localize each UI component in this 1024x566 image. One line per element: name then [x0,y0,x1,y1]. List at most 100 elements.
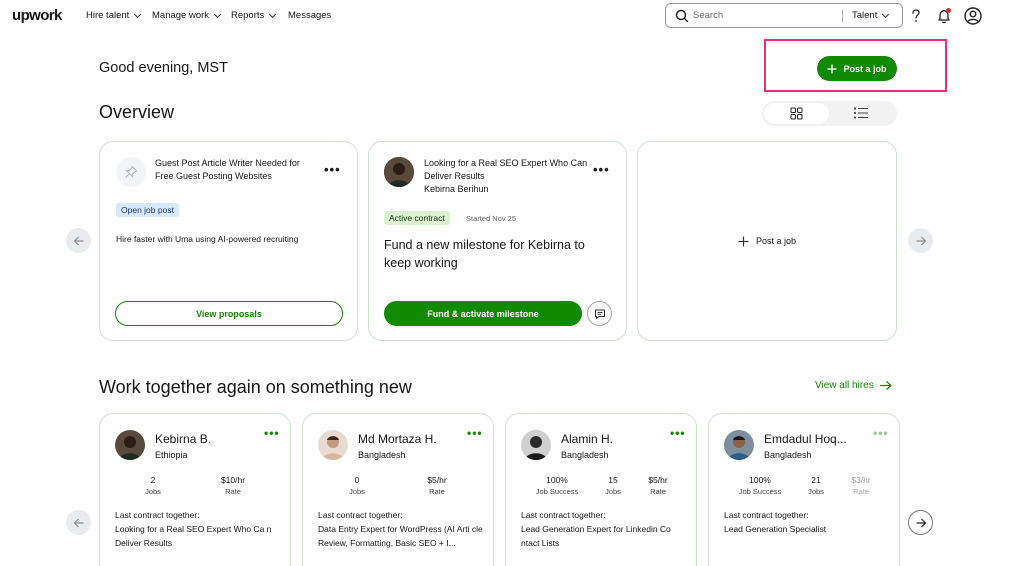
post-job-card-label: Post a job [755,236,797,246]
arrow-right-icon [879,381,892,390]
stat-label: Jobs [349,487,365,496]
chat-bubble-icon [594,309,605,319]
stat-label: Job Success [535,487,579,496]
person-photo-icon [521,430,551,460]
stat-value: 2 [150,475,156,485]
more-options-icon[interactable]: ••• [467,426,483,440]
person-photo-icon [724,430,754,460]
start-date: Started Nov 25 [466,214,517,223]
avatar [724,430,754,460]
post-job-card[interactable]: Post a job [637,141,897,341]
avatar [521,430,551,460]
chevron-down-icon [134,10,142,18]
search-icon [675,9,689,22]
more-options-icon[interactable]: ••• [264,426,280,440]
nav-reports-label: Reports [231,10,265,21]
freelancer-card[interactable]: Md Mortaza H. Bangladesh ••• 0 Jobs $5/h… [302,413,494,566]
freelancer-name[interactable]: Md Mortaza H. [358,432,437,446]
search-scope-select[interactable]: Talent [852,10,890,21]
status-badge: Open job post [116,203,179,217]
last-contract-title: Data Entry Expert for WordPress (AI Arti… [318,524,483,548]
stat-jobs: 15 Jobs [596,475,630,497]
chevron-down-icon [882,10,890,18]
notification-badge [946,8,951,13]
more-options-icon[interactable]: ••• [670,426,686,440]
active-contract-card: Looking for a Real SEO Expert Who Can De… [368,141,627,341]
view-all-hires-label: View all hires [815,380,874,391]
stat-value: $10/hr [220,475,246,485]
freelancer-card[interactable]: Emdadul Hoq... Bangladesh ••• 100% Job S… [708,413,900,566]
carousel-prev-button[interactable] [66,228,91,253]
stat-value: 21 [811,475,821,485]
more-options-icon[interactable]: ••• [873,426,889,440]
freelancer-name[interactable]: Kebirna B. [155,432,211,446]
work-again-title: Work together again on something new [99,377,412,397]
job-title[interactable]: Guest Post Article Writer Needed for Fre… [155,157,315,183]
job-title[interactable]: Looking for a Real SEO Expert Who Can De… [424,157,594,183]
stat-jobs: 2 Jobs [130,475,176,497]
stat-label: Rate [650,487,666,496]
person-photo-icon [115,430,145,460]
stat-job-success: 100% Job Success [528,475,586,497]
stat-value: 100% [749,475,771,485]
stat-jobs: 0 Jobs [334,475,380,497]
hires-next-button[interactable] [908,510,933,535]
plus-icon [827,64,837,73]
stat-job-success: 100% Job Success [731,475,789,497]
more-options-icon[interactable]: ••• [593,163,610,176]
arrow-right-icon [916,236,926,245]
nav-manage-work-label: Manage work [152,10,210,21]
freelancer-card[interactable]: Kebirna B. Ethiopia ••• 2 Jobs $10/hr Ra… [99,413,291,566]
pin-icon [125,165,138,178]
more-options-icon[interactable]: ••• [324,163,341,176]
freelancer-card[interactable]: Alamin H. Bangladesh ••• 100% Job Succes… [505,413,697,566]
last-contract-title: Looking for a Real SEO Expert Who Ca n D… [115,524,272,548]
nav-hire-talent-label: Hire talent [86,10,130,21]
upwork-logo[interactable]: upwork [12,7,62,24]
last-contract-label: Last contract together: [724,510,809,520]
nav-hire-talent[interactable]: Hire talent [86,10,142,21]
list-view-icon[interactable] [853,106,869,120]
stat-label: Jobs [145,487,161,496]
chevron-down-icon [269,10,277,18]
carousel-next-button[interactable] [908,228,933,253]
stat-value: $5/hr [427,475,447,485]
stat-jobs: 21 Jobs [799,475,833,497]
help-icon[interactable] [906,6,926,26]
person-photo-icon [318,430,348,460]
freelancer-country: Ethiopia [155,450,188,460]
nav-reports[interactable]: Reports [231,10,277,21]
arrow-left-icon [73,236,83,245]
notification-bell-icon[interactable] [934,6,954,26]
view-all-hires-link[interactable]: View all hires [815,380,892,391]
plus-icon [738,236,749,246]
search-bar[interactable]: Search Talent [665,3,903,28]
nav-messages[interactable]: Messages [288,10,331,21]
avatar [384,157,414,187]
last-contract-title: Lead Generation Specialist [724,524,827,534]
freelancer-name[interactable]: Emdadul Hoq... [764,432,847,446]
freelancer-country: Bangladesh [358,450,406,460]
view-proposals-button[interactable]: View proposals [115,301,343,326]
freelancer-name[interactable]: Alamin H. [561,432,613,446]
fund-milestone-button[interactable]: Fund & activate milestone [384,301,582,326]
hires-prev-button[interactable] [66,510,91,535]
search-input[interactable]: Search [693,10,723,21]
job-post-card: Guest Post Article Writer Needed for Fre… [99,141,358,341]
chevron-down-icon [213,10,222,18]
stat-label: Jobs [605,487,621,496]
status-badge: Active contract [384,211,450,225]
post-job-label: Post a job [843,63,887,74]
greeting: Good evening, MST [99,60,228,76]
post-job-button[interactable]: Post a job [817,56,897,81]
stat-rate: $5/hr Rate [640,475,676,497]
freelancer-country: Bangladesh [764,450,812,460]
stat-value: $5/hr [648,475,668,485]
user-avatar-icon[interactable] [963,6,983,26]
arrow-right-icon [916,518,926,527]
stat-rate: $5/hr Rate [414,475,460,497]
message-button[interactable] [587,301,612,326]
stat-rate: $10/hr Rate [210,475,256,497]
nav-manage-work[interactable]: Manage work [152,10,222,21]
uma-promo-text: Hire faster with Uma using AI-powered re… [116,234,299,244]
